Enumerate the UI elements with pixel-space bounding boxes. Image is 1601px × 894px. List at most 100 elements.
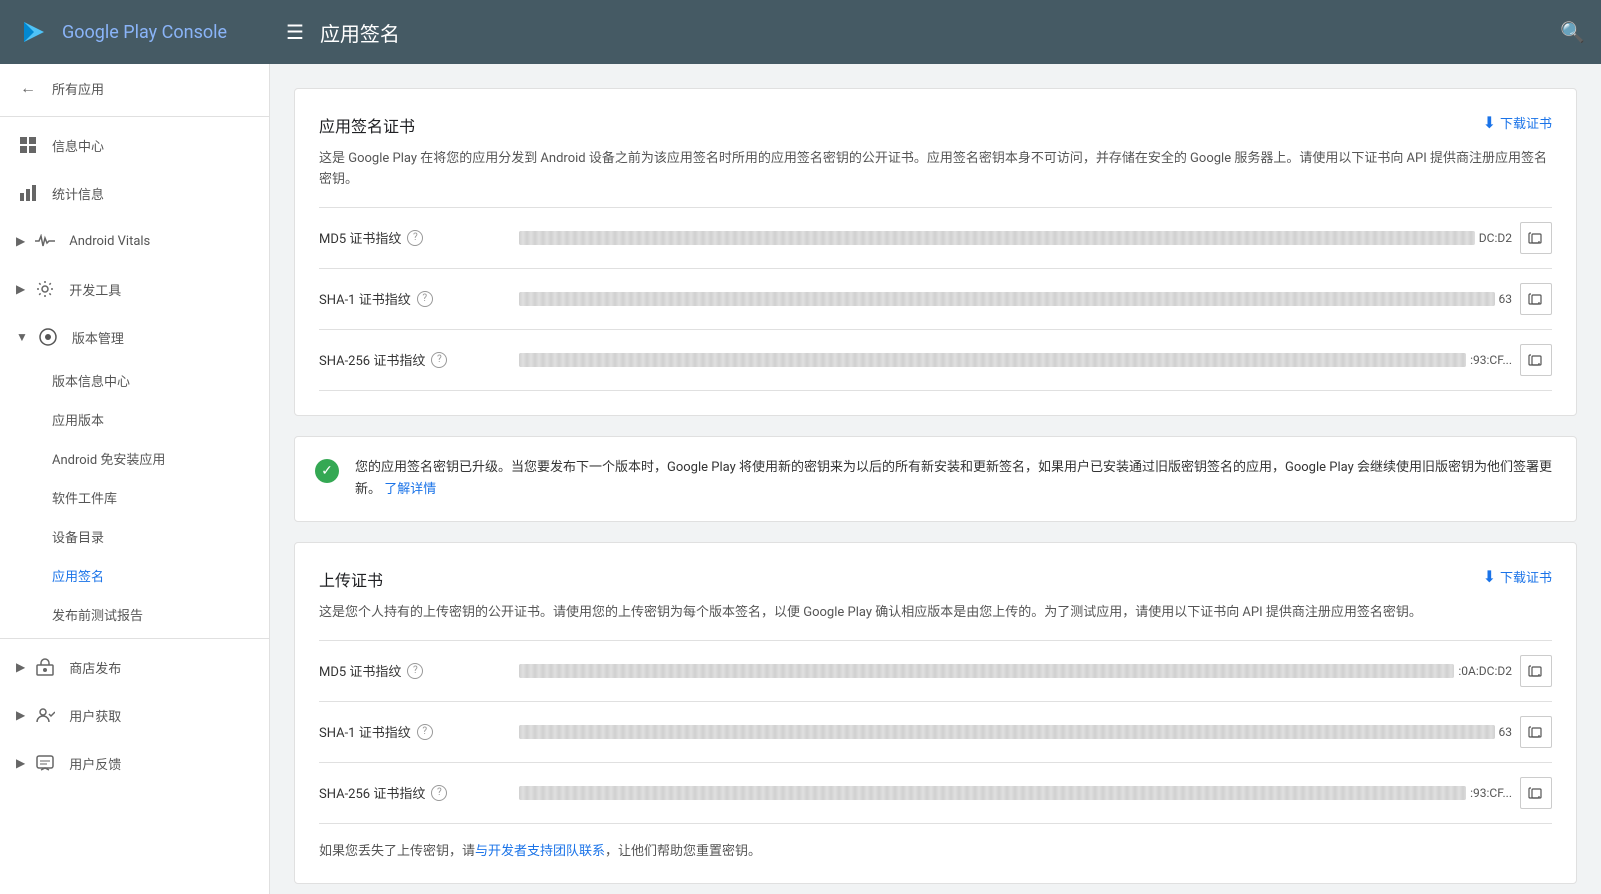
sidebar-back-label: 所有应用	[52, 79, 104, 98]
sidebar-item-info-center[interactable]: 信息中心	[0, 121, 269, 169]
cert-blur-sha256-2	[519, 786, 1466, 800]
help-icon-md5-2[interactable]: ?	[407, 663, 423, 679]
sidebar-item-label: 统计信息	[52, 184, 104, 203]
sidebar-item-android-vitals[interactable]: ▶ Android Vitals	[0, 217, 269, 265]
arrow-icon: ▶	[16, 708, 25, 722]
sidebar-sub-pre-release[interactable]: 发布前测试报告	[0, 595, 269, 634]
arrow-icon: ▶	[16, 234, 25, 248]
download-icon-2: ⬇	[1483, 567, 1496, 586]
cert-value-sha256-1: :93:CF...	[519, 353, 1520, 367]
arrow-icon: ▶	[16, 756, 25, 770]
help-icon-sha1-2[interactable]: ?	[417, 724, 433, 740]
cert-row-sha1-1: SHA-1 证书指纹 ? 63	[319, 269, 1552, 330]
cert-table-2: MD5 证书指纹 ? :0A:DC:D2	[319, 640, 1552, 824]
main-layout: ← 所有应用 信息中心 统计信息 ▶ Android Vitals	[0, 64, 1601, 894]
arrow-down-icon: ▼	[16, 330, 28, 344]
cert-row-md5-2: MD5 证书指纹 ? :0A:DC:D2	[319, 641, 1552, 702]
sidebar-item-label: 用户反馈	[69, 754, 121, 773]
cert-row-sha1-2: SHA-1 证书指纹 ? 63	[319, 702, 1552, 763]
cert-row-md5-1: MD5 证书指纹 ? DC:D2	[319, 208, 1552, 269]
version-mgmt-icon	[36, 325, 60, 349]
sidebar-item-label: 版本管理	[72, 328, 124, 347]
sidebar-sub-android-instant[interactable]: Android 免安装应用	[0, 439, 269, 478]
sidebar-item-user-acquire[interactable]: ▶ 用户获取	[0, 691, 269, 739]
page-title: 应用签名	[320, 18, 1560, 47]
help-icon-sha1-1[interactable]: ?	[417, 291, 433, 307]
sidebar-sub-label: 应用版本	[52, 410, 104, 429]
copy-button-sha256-2[interactable]	[1520, 777, 1552, 809]
download-label-1: 下载证书	[1500, 113, 1552, 132]
upgrade-alert-box: ✓ 您的应用签名密钥已升级。当您要发布下一个版本时，Google Play 将使…	[294, 436, 1577, 522]
notice-text-suffix: ，让他们帮助您重置密钥。	[605, 844, 761, 859]
cert-suffix-md5-2: :0A:DC:D2	[1458, 664, 1512, 678]
arrow-icon: ▶	[16, 282, 25, 296]
alert-text-body: 您的应用签名密钥已升级。当您要发布下一个版本时，Google Play 将使用新…	[355, 460, 1552, 497]
sidebar-sub-software-lib[interactable]: 软件工件库	[0, 478, 269, 517]
logo-text-accent: Console	[162, 22, 227, 43]
sidebar-sub-label: 版本信息中心	[52, 371, 130, 390]
sidebar-sub-app-signing[interactable]: 应用签名	[0, 556, 269, 595]
upload-cert-card-title: 上传证书	[319, 567, 383, 591]
copy-button-sha1-2[interactable]	[1520, 716, 1552, 748]
app-signing-cert-card: 应用签名证书 ⬇ 下载证书 这是 Google Play 在将您的应用分发到 A…	[294, 88, 1577, 416]
sidebar-item-store-publish[interactable]: ▶ 商店发布	[0, 643, 269, 691]
cert-value-md5-1: DC:D2	[519, 231, 1520, 245]
download-cert-link-2[interactable]: ⬇ 下载证书	[1483, 567, 1552, 586]
cert-label-sha256-2: SHA-256 证书指纹 ?	[319, 783, 519, 802]
logo-text-plain: Google Play	[62, 22, 162, 43]
copy-button-md5-2[interactable]	[1520, 655, 1552, 687]
dev-tools-icon	[33, 277, 57, 301]
info-center-icon	[16, 133, 40, 157]
app-header: Google Play Console ☰ 应用签名 🔍	[0, 0, 1601, 64]
check-circle-icon: ✓	[315, 459, 339, 483]
download-cert-link-1[interactable]: ⬇ 下载证书	[1483, 113, 1552, 132]
sidebar-sub-label: 应用签名	[52, 566, 104, 585]
sidebar-sub-label: 发布前测试报告	[52, 605, 143, 624]
cert-value-md5-2: :0A:DC:D2	[519, 664, 1520, 678]
upload-cert-description: 这是您个人持有的上传密钥的公开证书。请使用您的上传密钥为每个版本签名，以便 Go…	[319, 603, 1552, 624]
sidebar-item-dev-tools[interactable]: ▶ 开发工具	[0, 265, 269, 313]
cert-value-sha1-1: 63	[519, 292, 1520, 306]
sidebar-back-button[interactable]: ← 所有应用	[0, 64, 269, 112]
help-icon-sha256-1[interactable]: ?	[431, 352, 447, 368]
download-label-2: 下载证书	[1500, 567, 1552, 586]
notice-text-prefix: 如果您丢失了上传密钥，请	[319, 844, 475, 859]
cert-blur-sha1-2	[519, 725, 1495, 739]
arrow-icon: ▶	[16, 660, 25, 674]
menu-icon[interactable]: ☰	[286, 20, 304, 44]
sidebar-item-version-mgmt[interactable]: ▼ 版本管理	[0, 313, 269, 361]
play-console-logo-icon	[16, 14, 52, 50]
cert-value-sha1-2: 63	[519, 725, 1520, 739]
cert-card-description: 这是 Google Play 在将您的应用分发到 Android 设备之前为该应…	[319, 149, 1552, 191]
cert-card-title: 应用签名证书	[319, 113, 415, 137]
main-content: 应用签名证书 ⬇ 下载证书 这是 Google Play 在将您的应用分发到 A…	[270, 64, 1601, 894]
upload-cert-card-header: 上传证书 ⬇ 下载证书	[319, 567, 1552, 591]
feedback-icon	[33, 751, 57, 775]
cert-card-header: 应用签名证书 ⬇ 下载证书	[319, 113, 1552, 137]
sidebar-sub-label: Android 免安装应用	[52, 449, 165, 468]
cert-suffix-md5-1: DC:D2	[1479, 231, 1512, 245]
support-team-link[interactable]: 与开发者支持团队联系	[475, 844, 605, 859]
search-icon[interactable]: 🔍	[1560, 20, 1585, 44]
cert-label-sha1-2: SHA-1 证书指纹 ?	[319, 722, 519, 741]
sidebar-sub-label: 软件工件库	[52, 488, 117, 507]
cert-blur-md5-2	[519, 664, 1454, 678]
help-icon-sha256-2[interactable]: ?	[431, 785, 447, 801]
alert-learn-more-link[interactable]: 了解详情	[384, 482, 436, 497]
sidebar-item-label: 信息中心	[52, 136, 104, 155]
sidebar-sub-version-info[interactable]: 版本信息中心	[0, 361, 269, 400]
help-icon-md5-1[interactable]: ?	[407, 230, 423, 246]
sidebar-item-statistics[interactable]: 统计信息	[0, 169, 269, 217]
cert-label-sha1-1: SHA-1 证书指纹 ?	[319, 289, 519, 308]
sidebar-item-user-feedback[interactable]: ▶ 用户反馈	[0, 739, 269, 787]
copy-button-sha256-1[interactable]	[1520, 344, 1552, 376]
logo-text: Google Play Console	[62, 22, 227, 43]
copy-button-sha1-1[interactable]	[1520, 283, 1552, 315]
cert-blur-md5-1	[519, 231, 1475, 245]
cert-label-md5-1: MD5 证书指纹 ?	[319, 228, 519, 247]
user-acquire-icon	[33, 703, 57, 727]
cert-suffix-sha1-1: 63	[1499, 292, 1513, 306]
sidebar-sub-app-version[interactable]: 应用版本	[0, 400, 269, 439]
sidebar-sub-device-catalog[interactable]: 设备目录	[0, 517, 269, 556]
copy-button-md5-1[interactable]	[1520, 222, 1552, 254]
